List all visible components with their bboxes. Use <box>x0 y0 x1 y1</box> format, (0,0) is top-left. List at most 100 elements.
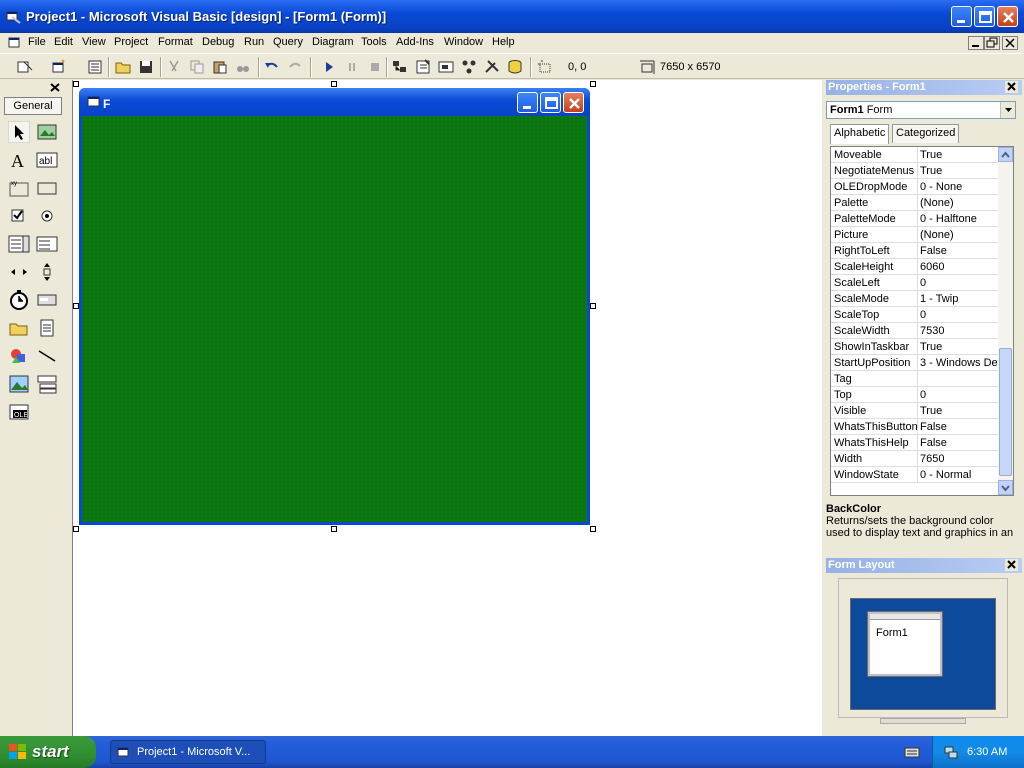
property-row[interactable]: Top 0 <box>831 387 999 403</box>
project-explorer-icon[interactable] <box>391 58 409 76</box>
scroll-up-button[interactable] <box>998 147 1013 162</box>
label-tool-icon[interactable]: A <box>8 149 30 171</box>
minimize-button[interactable] <box>951 6 972 27</box>
open-project-icon[interactable] <box>114 58 132 76</box>
property-row[interactable]: Palette (None) <box>831 195 999 211</box>
property-value[interactable]: 0 <box>917 307 999 323</box>
shape-tool-icon[interactable] <box>8 345 30 367</box>
resize-handle[interactable] <box>73 526 79 532</box>
property-row[interactable]: Picture (None) <box>831 227 999 243</box>
property-value[interactable]: 0 <box>917 275 999 291</box>
network-icon[interactable] <box>943 744 959 760</box>
property-row[interactable]: WhatsThisButton False <box>831 419 999 435</box>
form1-window[interactable]: F <box>79 88 590 525</box>
paste-icon[interactable] <box>211 58 229 76</box>
mdi-close-button[interactable] <box>1002 36 1018 50</box>
property-value[interactable]: False <box>917 435 999 451</box>
property-value[interactable]: 0 - Halftone <box>917 211 999 227</box>
property-value[interactable]: 0 - None <box>917 179 999 195</box>
menu-debug[interactable]: Debug <box>202 36 234 48</box>
scroll-thumb[interactable] <box>999 348 1012 476</box>
menu-window[interactable]: Window <box>444 36 483 48</box>
hscrollbar-tool-icon[interactable] <box>8 261 30 283</box>
frame-tool-icon[interactable]: xy <box>8 177 30 199</box>
menu-query[interactable]: Query <box>273 36 303 48</box>
property-value[interactable]: True <box>917 163 999 179</box>
property-value[interactable]: 7530 <box>917 323 999 339</box>
commandbutton-tool-icon[interactable] <box>36 177 58 199</box>
add-project-icon[interactable] <box>16 58 34 76</box>
clock[interactable]: 6:30 AM <box>967 746 1007 758</box>
mdi-minimize-button[interactable] <box>968 36 984 50</box>
menu-add-ins[interactable]: Add-Ins <box>396 36 434 48</box>
property-value[interactable]: 7650 <box>917 451 999 467</box>
dirlistbox-tool-icon[interactable] <box>8 317 30 339</box>
property-row[interactable]: Width 7650 <box>831 451 999 467</box>
maximize-button[interactable] <box>974 6 995 27</box>
pointer-tool-icon[interactable] <box>8 121 30 143</box>
property-value[interactable]: 0 <box>917 387 999 403</box>
add-form-icon[interactable] <box>50 58 68 76</box>
property-row[interactable]: ScaleMode 1 - Twip <box>831 291 999 307</box>
optionbutton-tool-icon[interactable] <box>36 205 58 227</box>
ole-tool-icon[interactable]: OLE <box>8 401 30 423</box>
menu-tools[interactable]: Tools <box>361 36 387 48</box>
combobox-tool-icon[interactable] <box>8 233 30 255</box>
find-icon[interactable] <box>234 58 252 76</box>
break-icon[interactable] <box>343 58 361 76</box>
tab-alphabetic[interactable]: Alphabetic <box>830 124 890 144</box>
property-row[interactable]: WhatsThisHelp False <box>831 435 999 451</box>
property-row[interactable]: RightToLeft False <box>831 243 999 259</box>
redo-icon[interactable] <box>286 58 304 76</box>
properties-close-icon[interactable] <box>1005 81 1018 93</box>
property-value[interactable]: False <box>917 243 999 259</box>
image-tool-icon[interactable] <box>8 373 30 395</box>
property-value[interactable]: 0 - Normal <box>917 467 999 483</box>
property-row[interactable]: ScaleWidth 7530 <box>831 323 999 339</box>
resize-handle[interactable] <box>590 81 596 87</box>
form1-title-bar[interactable]: F <box>79 88 590 116</box>
property-value[interactable] <box>917 371 999 387</box>
resize-handle[interactable] <box>590 526 596 532</box>
close-button[interactable] <box>997 6 1018 27</box>
toolbox-icon[interactable] <box>483 58 501 76</box>
property-value[interactable]: (None) <box>917 195 999 211</box>
vscrollbar-tool-icon[interactable] <box>36 261 58 283</box>
mdi-restore-button[interactable] <box>984 36 1000 50</box>
property-value[interactable]: True <box>917 147 999 163</box>
form-layout-window-icon[interactable] <box>437 58 455 76</box>
resize-handle[interactable] <box>73 303 79 309</box>
property-row[interactable]: WindowState 0 - Normal <box>831 467 999 483</box>
property-row[interactable]: ScaleTop 0 <box>831 307 999 323</box>
form-doc-icon[interactable] <box>8 36 21 49</box>
properties-window-icon[interactable] <box>414 58 432 76</box>
filelistbox-tool-icon[interactable] <box>36 317 58 339</box>
form1-minimize-button[interactable] <box>517 92 538 113</box>
line-tool-icon[interactable] <box>36 345 58 367</box>
menu-format[interactable]: Format <box>158 36 193 48</box>
resize-handle[interactable] <box>73 81 79 87</box>
form-layout-form1[interactable]: Form1 <box>867 611 943 677</box>
picturebox-tool-icon[interactable] <box>36 121 58 143</box>
start-button[interactable]: start <box>0 736 96 768</box>
form1-maximize-button[interactable] <box>540 92 561 113</box>
property-row[interactable]: ShowInTaskbar True <box>831 339 999 355</box>
object-selector[interactable]: Form1 Form <box>826 101 1016 119</box>
end-icon[interactable] <box>366 58 384 76</box>
save-icon[interactable] <box>137 58 155 76</box>
resize-handle[interactable] <box>331 526 337 532</box>
listbox-tool-icon[interactable] <box>36 233 58 255</box>
property-row[interactable]: NegotiateMenus True <box>831 163 999 179</box>
object-browser-icon[interactable] <box>460 58 478 76</box>
property-value[interactable]: 6060 <box>917 259 999 275</box>
start-icon[interactable] <box>320 58 338 76</box>
cut-icon[interactable] <box>165 58 183 76</box>
drivelistbox-tool-icon[interactable] <box>36 289 58 311</box>
toolbox-close-icon[interactable] <box>48 81 62 94</box>
property-value[interactable]: True <box>917 339 999 355</box>
menu-view[interactable]: View <box>82 36 106 48</box>
property-row[interactable]: ScaleHeight 6060 <box>831 259 999 275</box>
menu-file[interactable]: File <box>28 36 46 48</box>
resize-handle[interactable] <box>331 81 337 87</box>
menu-project[interactable]: Project <box>114 36 148 48</box>
